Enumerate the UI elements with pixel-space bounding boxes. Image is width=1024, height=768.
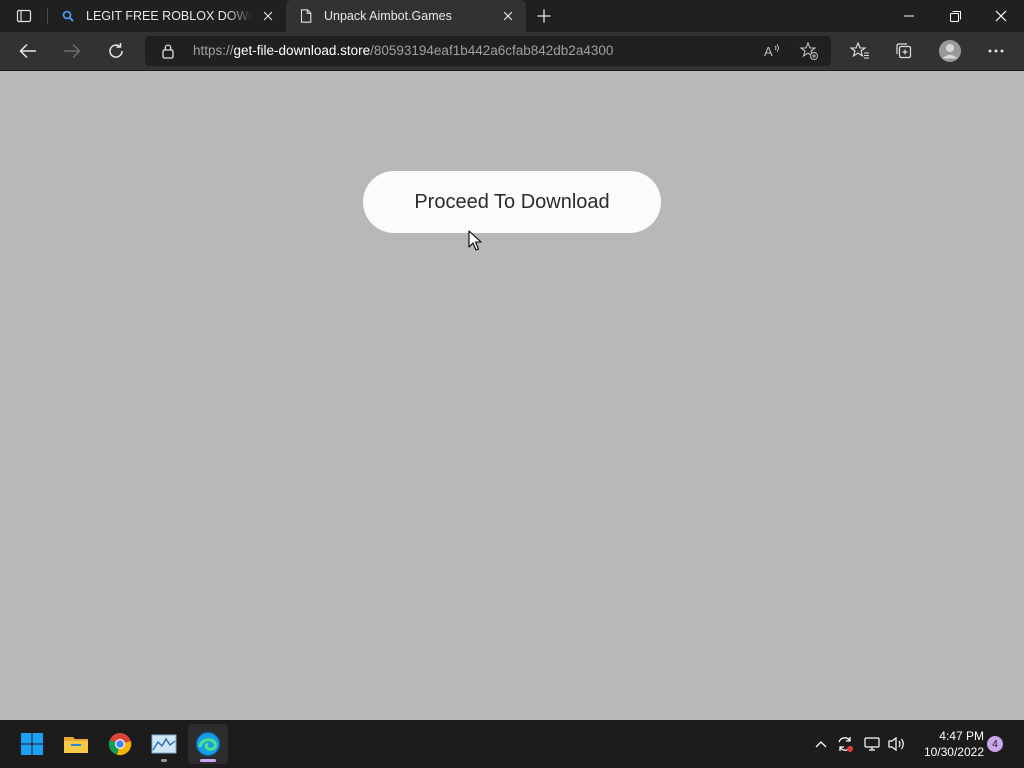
tab-title: Unpack Aimbot.Games — [324, 9, 452, 23]
file-explorer-icon — [64, 737, 88, 753]
chevron-up-icon — [815, 741, 827, 748]
minimize-button[interactable] — [886, 0, 932, 32]
close-tab-icon[interactable] — [256, 4, 280, 28]
close-tab-icon[interactable] — [496, 4, 520, 28]
start-button[interactable] — [12, 724, 52, 764]
taskbar-file-explorer[interactable] — [56, 724, 96, 764]
edge-icon — [195, 731, 221, 757]
active-indicator — [200, 759, 216, 762]
task-manager-icon — [151, 734, 177, 754]
volume-button[interactable] — [886, 732, 908, 756]
clock-date: 10/30/2022 — [923, 745, 984, 759]
taskbar-task-manager[interactable] — [144, 724, 184, 764]
notification-badge[interactable]: 4 — [987, 736, 1003, 752]
volume-icon — [888, 736, 904, 752]
start-icon — [21, 733, 43, 755]
restore-button[interactable] — [932, 0, 978, 32]
favorites-icon — [850, 42, 869, 59]
page-icon — [298, 8, 314, 24]
running-indicator — [161, 759, 167, 762]
sync-status-button[interactable] — [834, 732, 856, 756]
chrome-icon — [108, 733, 132, 756]
refresh-icon — [109, 43, 123, 58]
add-favorite-icon[interactable] — [799, 41, 819, 66]
taskbar-chrome[interactable] — [100, 724, 140, 764]
favorites-button[interactable] — [844, 35, 876, 67]
page-content: Proceed To Download — [0, 71, 1024, 720]
clock-time: 4:47 PM — [939, 729, 984, 743]
show-hidden-icons-button[interactable] — [810, 732, 832, 756]
arrow-right-icon — [64, 43, 81, 59]
collections-icon — [896, 43, 912, 59]
tab-strip: LEGIT FREE ROBLOX DOWNLOAD Unpack Aimbot… — [0, 0, 1024, 32]
close-window-button[interactable] — [978, 0, 1024, 32]
avatar-icon — [939, 40, 961, 62]
url-path: /80593194eaf1b442a6cfab842db2a4300 — [370, 43, 614, 58]
network-icon — [864, 737, 880, 751]
settings-menu-button[interactable] — [980, 35, 1012, 67]
search-icon — [60, 8, 76, 24]
url-host: get-file-download.store — [233, 43, 371, 58]
tab-unpack-aimbot[interactable]: Unpack Aimbot.Games — [286, 0, 526, 32]
proceed-to-download-button[interactable]: Proceed To Download — [363, 171, 661, 233]
network-button[interactable] — [861, 732, 883, 756]
clock[interactable]: 4:47 PM 10/30/2022 — [914, 728, 984, 760]
read-aloud-icon[interactable]: A — [763, 42, 781, 65]
minimize-icon — [904, 15, 914, 17]
taskbar-edge[interactable] — [188, 724, 228, 764]
collections-button[interactable] — [888, 35, 920, 67]
url-scheme: https:// — [193, 43, 234, 58]
sync-icon — [838, 737, 853, 752]
more-options-icon — [988, 49, 1004, 53]
tab-roblox[interactable]: LEGIT FREE ROBLOX DOWNLOAD — [48, 0, 286, 32]
refresh-button[interactable] — [100, 35, 132, 67]
plus-icon — [537, 9, 551, 23]
profile-button[interactable] — [934, 35, 966, 67]
tab-actions-button[interactable] — [10, 6, 38, 26]
close-icon — [995, 10, 1007, 22]
taskbar: 4:47 PM 10/30/2022 — [0, 720, 1024, 768]
restore-icon — [949, 10, 961, 22]
browser-toolbar: https://get-file-download.store/80593194… — [0, 32, 1024, 71]
forward-button[interactable] — [56, 35, 88, 67]
tab-title: LEGIT FREE ROBLOX DOWNLOAD — [86, 9, 252, 23]
address-bar[interactable]: https://get-file-download.store/80593194… — [145, 36, 831, 66]
back-button[interactable] — [12, 35, 44, 67]
new-tab-button[interactable] — [532, 4, 556, 28]
arrow-left-icon — [19, 43, 36, 59]
svg-text:A: A — [764, 44, 773, 59]
mouse-cursor-icon — [468, 230, 482, 251]
lock-icon[interactable] — [161, 43, 175, 64]
tab-actions-icon — [16, 9, 32, 23]
url-text[interactable]: https://get-file-download.store/80593194… — [193, 43, 613, 58]
